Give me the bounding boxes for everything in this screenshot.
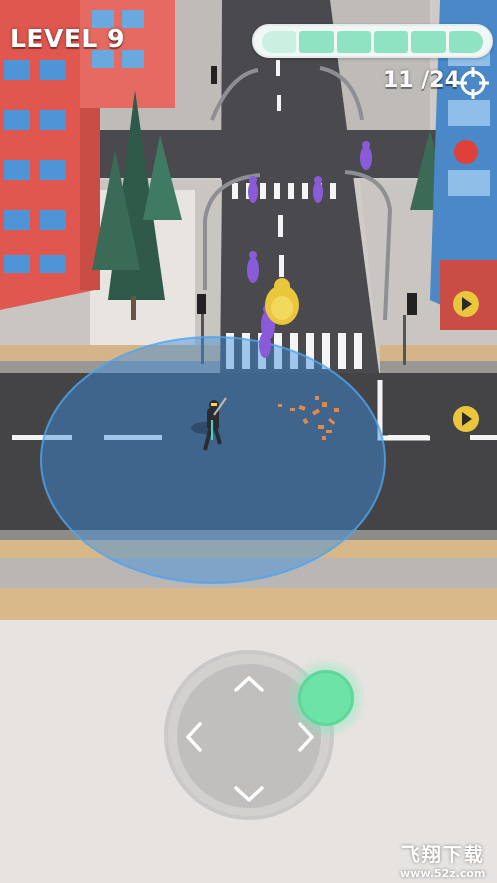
- chevron-up-icon: [234, 676, 264, 692]
- red-building-top: [80, 0, 175, 108]
- level-progress-bar: [252, 24, 493, 58]
- progress-segment: [336, 31, 371, 53]
- watermark-title: 飞翔下载: [400, 844, 485, 866]
- chevron-left-icon: [186, 722, 202, 752]
- joystick-knob[interactable]: [298, 670, 354, 726]
- enemy-figure: [259, 332, 271, 358]
- kill-counter: 11 /24: [383, 68, 460, 93]
- watermark-url: www.52z.com: [400, 867, 486, 880]
- progress-segment: [373, 31, 409, 53]
- progress-segment: [299, 31, 334, 53]
- offscreen-indicator-red: [454, 140, 478, 164]
- watermark: 飞翔下载 www.52z.com: [400, 840, 485, 880]
- level-label: LEVEL 9: [10, 24, 125, 53]
- offscreen-indicator: [453, 291, 479, 317]
- game-scene: [0, 0, 497, 620]
- offscreen-indicator: [453, 406, 479, 432]
- right-curb: [380, 345, 497, 361]
- progress-segment: [411, 31, 446, 53]
- attack-radius: [40, 336, 386, 584]
- chevron-down-icon: [234, 786, 264, 802]
- enemy-figure: [248, 176, 258, 203]
- progress-segment: [448, 31, 483, 53]
- crosshair-icon: [457, 67, 489, 99]
- lower-strip: [0, 588, 497, 620]
- progress-segment: [262, 31, 297, 53]
- enemy-figure: [313, 176, 323, 203]
- right-curb-edge: [380, 361, 497, 373]
